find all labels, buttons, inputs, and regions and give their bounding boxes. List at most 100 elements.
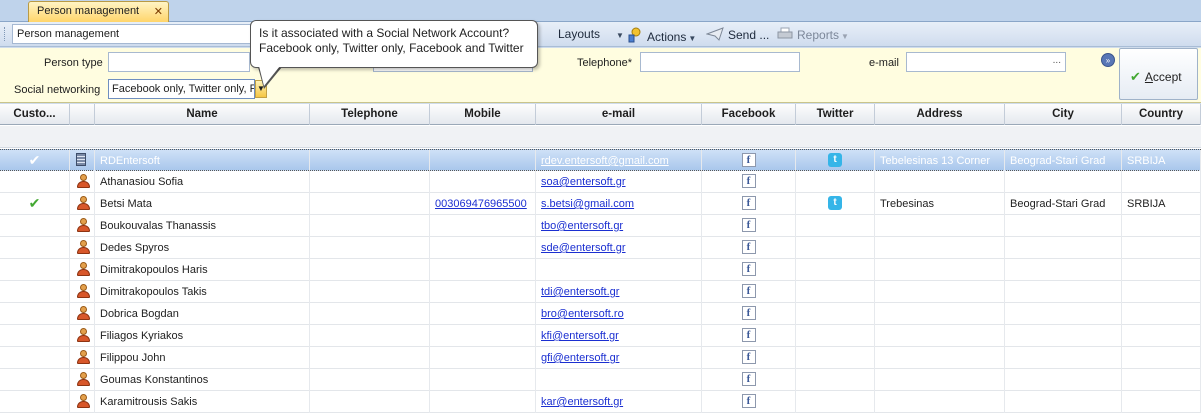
person-type-field[interactable]	[108, 52, 250, 72]
table-row[interactable]: Dimitrakopoulos Takis tdi@entersoft.gr f	[0, 281, 1201, 303]
cell-name: Boukouvalas Thanassis	[95, 215, 310, 237]
cell-mobile	[430, 325, 536, 347]
facebook-icon[interactable]: f	[741, 262, 756, 276]
facebook-icon[interactable]: f	[741, 240, 756, 254]
email-link[interactable]: kar@entersoft.gr	[541, 396, 623, 408]
facebook-icon[interactable]: f	[741, 306, 756, 320]
email-link[interactable]: s.betsi@gmail.com	[541, 198, 634, 210]
facebook-icon[interactable]: f	[741, 153, 756, 167]
table-row[interactable]: ✔ Betsi Mata 003069476965500 s.betsi@gmail.…	[0, 193, 1201, 215]
cell-facebook: f	[702, 171, 796, 193]
accept-button[interactable]: ✔ Accept	[1119, 48, 1198, 100]
person-icon	[76, 394, 90, 409]
facebook-icon[interactable]: f	[741, 218, 756, 232]
expand-criteria-icon[interactable]: »	[1101, 53, 1115, 67]
send-button[interactable]: Send ...	[706, 27, 769, 42]
cell-twitter	[796, 325, 875, 347]
column-header-mobile[interactable]: Mobile	[430, 104, 536, 125]
cell-facebook: f	[702, 150, 796, 172]
cell-twitter	[796, 369, 875, 391]
column-header-email[interactable]: e-mail	[536, 104, 702, 125]
email-link[interactable]: gfi@entersoft.gr	[541, 352, 619, 364]
email-link[interactable]: kfi@entersoft.gr	[541, 330, 619, 342]
layouts-button[interactable]: Layouts	[558, 27, 600, 41]
facebook-icon[interactable]: f	[741, 350, 756, 364]
facebook-icon[interactable]: f	[741, 328, 756, 342]
column-header-twitter[interactable]: Twitter	[796, 104, 875, 125]
actions-button[interactable]: Actions ▼	[627, 27, 696, 44]
email-link[interactable]: tbo@entersoft.gr	[541, 220, 623, 232]
email-lookup-button[interactable]: ...	[1053, 55, 1061, 66]
cell-address	[875, 369, 1005, 391]
cell-twitter	[796, 171, 875, 193]
cell-customer	[0, 171, 70, 193]
cell-type	[70, 259, 95, 281]
column-header-facebook[interactable]: Facebook	[702, 104, 796, 125]
cell-customer: ✔	[0, 150, 70, 172]
column-header-address[interactable]: Address	[875, 104, 1005, 125]
table-row[interactable]: Karamitrousis Sakis kar@entersoft.gr f	[0, 391, 1201, 413]
cell-address	[875, 391, 1005, 413]
document-tab-strip: Person management ✕	[0, 0, 1201, 22]
email-link[interactable]: tdi@entersoft.gr	[541, 286, 619, 298]
cell-facebook: f	[702, 369, 796, 391]
cell-city	[1005, 215, 1122, 237]
column-header-type[interactable]	[70, 104, 95, 125]
column-header-name[interactable]: Name	[95, 104, 310, 125]
facebook-icon[interactable]: f	[741, 394, 756, 408]
cell-twitter	[796, 259, 875, 281]
table-row[interactable]: ✔ RDEntersoft rdev.entersoft@gmail.com f t Te…	[0, 149, 1201, 172]
cell-type	[70, 369, 95, 391]
layouts-dropdown-caret[interactable]: ▼	[614, 27, 624, 41]
cell-country	[1122, 391, 1201, 413]
email-link[interactable]: bro@entersoft.ro	[541, 308, 624, 320]
cell-email: tdi@entersoft.gr	[536, 281, 702, 303]
column-header-telephone[interactable]: Telephone	[310, 104, 430, 125]
twitter-icon[interactable]: t	[828, 196, 842, 210]
table-row[interactable]: Goumas Konstantinos f	[0, 369, 1201, 391]
cell-city	[1005, 303, 1122, 325]
cell-email: rdev.entersoft@gmail.com	[536, 150, 702, 172]
grid-filter-row[interactable]	[0, 126, 1201, 148]
table-row[interactable]: Filiagos Kyriakos kfi@entersoft.gr f	[0, 325, 1201, 347]
cell-customer	[0, 391, 70, 413]
email-link[interactable]: sde@entersoft.gr	[541, 242, 626, 254]
reports-button[interactable]: Reports ▼	[777, 27, 849, 42]
cell-mobile	[430, 215, 536, 237]
person-icon	[76, 372, 90, 387]
mobile-link[interactable]: 003069476965500	[435, 198, 527, 210]
column-header-customer[interactable]: Custo...	[0, 104, 70, 125]
cell-facebook: f	[702, 193, 796, 215]
column-header-city[interactable]: City	[1005, 104, 1122, 125]
table-row[interactable]: Dimitrakopoulos Haris f	[0, 259, 1201, 281]
email-link[interactable]: soa@entersoft.gr	[541, 176, 626, 188]
cell-city	[1005, 237, 1122, 259]
table-row[interactable]: Boukouvalas Thanassis tbo@entersoft.gr f	[0, 215, 1201, 237]
column-header-country[interactable]: Country	[1122, 104, 1201, 125]
cell-address: Tebelesinas 13 Corner	[875, 150, 1005, 172]
facebook-icon[interactable]: f	[741, 372, 756, 386]
toolbar-grip[interactable]	[4, 27, 7, 41]
email-field[interactable]: ...	[906, 52, 1066, 72]
cell-twitter	[796, 391, 875, 413]
cell-name: Dobrica Bogdan	[95, 303, 310, 325]
facebook-icon[interactable]: f	[741, 284, 756, 298]
close-icon[interactable]: ✕	[154, 5, 163, 18]
tab-person-management[interactable]: Person management ✕	[28, 1, 169, 22]
cell-address	[875, 237, 1005, 259]
email-link[interactable]: rdev.entersoft@gmail.com	[541, 155, 669, 167]
table-row[interactable]: Athanasiou Sofia soa@entersoft.gr f	[0, 171, 1201, 193]
social-networking-field[interactable]: Facebook only, Twitter only, F	[108, 79, 255, 99]
cell-mobile	[430, 259, 536, 281]
facebook-icon[interactable]: f	[741, 174, 756, 188]
cell-address	[875, 281, 1005, 303]
table-row[interactable]: Dedes Spyros sde@entersoft.gr f	[0, 237, 1201, 259]
cell-twitter	[796, 281, 875, 303]
table-row[interactable]: Dobrica Bogdan bro@entersoft.ro f	[0, 303, 1201, 325]
table-row[interactable]: Filippou John gfi@entersoft.gr f	[0, 347, 1201, 369]
cell-twitter	[796, 237, 875, 259]
twitter-icon[interactable]: t	[828, 153, 842, 167]
email-label: e-mail	[869, 57, 899, 69]
telephone-field[interactable]	[640, 52, 800, 72]
facebook-icon[interactable]: f	[741, 196, 756, 210]
